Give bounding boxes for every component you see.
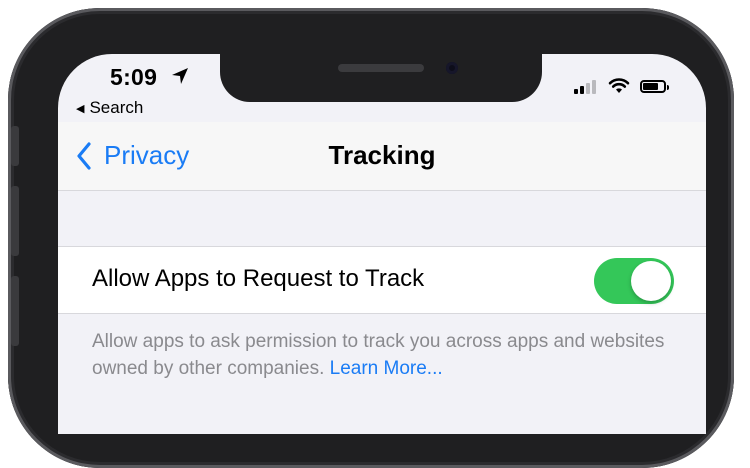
speaker-grille — [338, 64, 424, 72]
volume-up-button — [11, 186, 19, 256]
front-camera — [446, 62, 458, 74]
location-arrow-icon — [172, 68, 188, 84]
back-triangle-icon: ◀ — [76, 102, 85, 115]
cellular-signal-icon — [574, 79, 598, 94]
volume-down-button — [11, 276, 19, 346]
mute-switch — [11, 126, 19, 166]
allow-tracking-row: Allow Apps to Request to Track — [58, 246, 706, 314]
page-title: Tracking — [328, 140, 436, 170]
notch — [220, 54, 542, 102]
wifi-icon — [608, 78, 630, 93]
status-time: 5:09 — [110, 64, 158, 90]
allow-tracking-toggle[interactable] — [594, 258, 674, 304]
back-to-app-link[interactable]: ◀ Search — [76, 98, 143, 118]
screen: 5:09 ◀ Search Privacy Tracking Allow App… — [58, 54, 706, 434]
tracking-footnote: Allow apps to ask permission to track yo… — [92, 328, 672, 382]
battery-icon — [640, 79, 669, 93]
toggle-knob — [631, 261, 671, 301]
allow-tracking-label: Allow Apps to Request to Track — [92, 265, 425, 292]
phone-frame: 5:09 ◀ Search Privacy Tracking Allow App… — [8, 8, 734, 468]
back-to-app-label: Search — [89, 98, 144, 117]
navigation-bar: Privacy Tracking — [58, 122, 706, 191]
learn-more-link[interactable]: Learn More... — [330, 358, 443, 379]
status-indicators — [574, 78, 669, 94]
